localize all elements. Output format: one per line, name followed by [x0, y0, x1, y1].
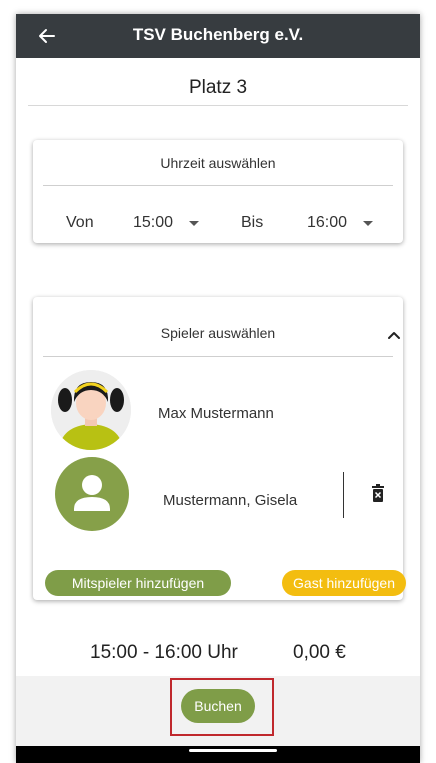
app-title: TSV Buchenberg e.V.: [132, 25, 304, 44]
time-card-title: Uhrzeit auswählen: [160, 155, 276, 171]
to-label: Bis: [241, 214, 264, 231]
app-bar: TSV Buchenberg e.V.: [16, 14, 420, 58]
player-name: Mustermann, Gisela: [163, 492, 298, 509]
delete-player-trash-icon[interactable]: [371, 484, 385, 507]
to-time-dropdown[interactable]: 16:00: [307, 214, 374, 232]
players-card-divider: [43, 356, 393, 357]
booking-time-range: 15:00 - 16:00 Uhr: [90, 642, 238, 663]
time-selection-card: Uhrzeit auswählen Von 15:00 Bis 16:00: [33, 140, 403, 243]
add-guest-button[interactable]: Gast hinzufügen: [282, 570, 406, 596]
from-dropdown-caret-icon: [189, 220, 200, 226]
player-name: Max Mustermann: [158, 405, 274, 422]
player-avatar-placeholder: [55, 457, 129, 531]
players-card-title: Spieler auswählen: [160, 325, 276, 341]
book-button[interactable]: Buchen: [181, 689, 255, 723]
player-selection-card: Spieler auswählen Max Mustermann Musterm…: [33, 297, 406, 600]
time-card-divider: [43, 185, 393, 186]
from-time-value: 15:00: [133, 214, 174, 231]
home-gesture-handle[interactable]: [189, 749, 277, 752]
to-time-value: 16:00: [307, 214, 348, 231]
vertical-divider: [343, 472, 344, 518]
booking-price: 0,00 €: [293, 642, 346, 663]
to-dropdown-caret-icon: [363, 220, 374, 226]
title-divider: [28, 105, 408, 106]
from-time-dropdown[interactable]: 15:00: [133, 214, 200, 232]
from-label: Von: [66, 214, 94, 231]
add-teammate-button[interactable]: Mitspieler hinzufügen: [45, 570, 231, 596]
player-avatar-girl: [51, 370, 131, 450]
place-title: Platz 3: [188, 77, 248, 98]
system-navigation-bar: [16, 746, 420, 763]
phone-screen: TSV Buchenberg e.V. Platz 3 Uhrzeit ausw…: [16, 14, 420, 763]
collapse-chevron-up-icon[interactable]: [387, 327, 401, 345]
